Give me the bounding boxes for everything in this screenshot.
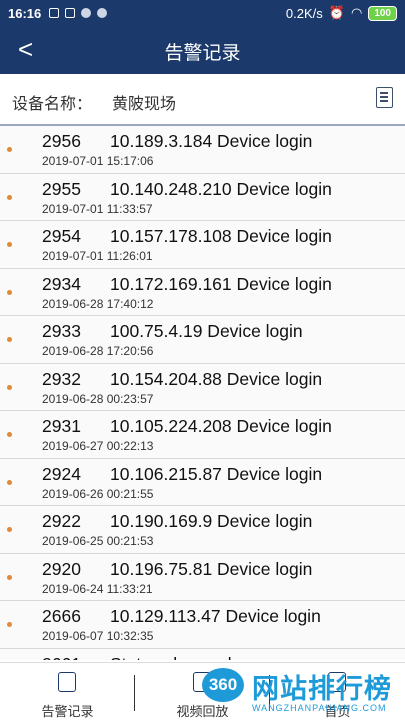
- record-row[interactable]: 2666 10.129.113.47 Device login 2019-06-07…: [0, 601, 405, 649]
- device-name-value: 黄陂现场: [112, 96, 177, 113]
- record-time: 2019-06-25 00:21:53: [42, 534, 154, 548]
- alarm-icon: ⏰: [328, 5, 345, 20]
- record-time: 2019-06-24 11:33:21: [42, 581, 153, 596]
- record-row[interactable]: 2956 10.189.3.184 Device login 2019-07-01 …: [0, 126, 405, 174]
- record-id: 2933: [42, 321, 81, 341]
- record-message: 10.157.178.108 Device login: [110, 226, 332, 246]
- record-time: 2019-06-27 00:22:13: [42, 439, 154, 453]
- shield-icon: [65, 8, 76, 18]
- record-row[interactable]: 2933 100.75.4.19 Device login 2019-06-28 1…: [0, 316, 405, 364]
- page-title: 告警记录: [164, 43, 241, 64]
- app-notification-icon: [81, 8, 92, 18]
- record-row[interactable]: 2920 10.196.75.81 Device login 2019-06-24 …: [0, 553, 405, 601]
- record-message: 10.106.215.87 Device login: [110, 463, 323, 484]
- record-message: 10.129.113.47 Device login: [110, 606, 321, 626]
- record-id: 2934: [42, 273, 81, 294]
- alarm-record-list[interactable]: 2956 10.189.3.184 Device login 2019-07-01 …: [0, 126, 405, 660]
- record-row[interactable]: 2931 10.105.224.208 Device login 2019-06-2…: [0, 411, 405, 459]
- record-id: 2931: [42, 416, 81, 436]
- record-message: 10.172.169.161 Device login: [110, 273, 332, 294]
- record-message: 10.196.75.81 Device login: [110, 558, 313, 579]
- bullet-dot-icon: [7, 194, 12, 200]
- record-message: 10.189.3.184 Device login: [110, 131, 313, 151]
- record-message: Status changed: [110, 654, 232, 661]
- device-info-bar: 设备名称： 黄陂现场: [0, 74, 405, 126]
- record-message: 100.75.4.19 Device login: [110, 321, 303, 341]
- bullet-dot-icon: [7, 574, 12, 580]
- network-speed: 0.2K/s: [285, 5, 323, 21]
- bullet-dot-icon: [7, 527, 12, 532]
- notification-icons: [49, 8, 108, 18]
- record-message: 10.190.169.9 Device login: [110, 511, 313, 531]
- record-row[interactable]: 2924 10.106.215.87 Device login 2019-06-26…: [0, 458, 405, 506]
- record-row[interactable]: 2955 10.140.248.210 Device login 2019-07-0…: [0, 173, 405, 221]
- status-time: 16:16: [8, 5, 42, 21]
- record-message: 10.140.248.210 Device login: [110, 178, 332, 199]
- record-row[interactable]: 2934 10.172.169.161 Device login 2019-06-2…: [0, 268, 405, 316]
- record-id: 2955: [42, 178, 81, 199]
- app-header: < 告警记录: [0, 26, 405, 74]
- watermark-subtext: WANGZHANPAIHANG.COM: [252, 703, 387, 713]
- tab-alarm-records[interactable]: 告警记录: [0, 663, 135, 721]
- battery-indicator: 100: [368, 5, 397, 21]
- bullet-dot-icon: [7, 479, 12, 485]
- record-time: 2019-06-28 00:23:57: [42, 391, 154, 406]
- record-time: 2019-06-28 17:20:56: [42, 344, 154, 358]
- record-time: 2019-07-01 11:26:01: [42, 249, 153, 263]
- record-row[interactable]: 2954 10.157.178.108 Device login 2019-07-0…: [0, 221, 405, 269]
- wifi-icon: ◠: [350, 5, 363, 20]
- record-id: 2956: [42, 131, 81, 151]
- watermark-text: 网站排行榜: [252, 674, 392, 704]
- record-time: 2019-06-28 17:40:12: [42, 296, 154, 311]
- app-notification-icon: [97, 8, 108, 18]
- watermark-logo: 360: [202, 668, 244, 702]
- record-time: 2019-07-01 11:33:57: [42, 201, 153, 216]
- list-icon: [58, 672, 76, 692]
- status-right: 0.2K/s ⏰ ◠ 100: [286, 0, 397, 26]
- tab-label: 告警记录: [41, 704, 94, 719]
- document-list-icon[interactable]: [376, 87, 393, 108]
- bullet-dot-icon: [7, 242, 12, 247]
- bullet-dot-icon: [7, 337, 12, 342]
- record-id: 2922: [42, 511, 81, 531]
- watermark-overlay: 360 网站排行榜 WANGZHANPAIHANG.COM: [200, 664, 405, 720]
- bullet-dot-icon: [7, 289, 12, 295]
- record-id: 2924: [42, 463, 81, 484]
- record-id: 2920: [42, 558, 81, 579]
- status-bar: 16:16 0.2K/s ⏰ ◠ 100: [0, 0, 405, 26]
- record-id: 2661: [42, 654, 81, 661]
- record-id: 2932: [42, 368, 81, 389]
- record-time: 2019-06-07 10:32:35: [42, 629, 154, 643]
- bullet-dot-icon: [7, 147, 12, 152]
- message-icon: [49, 8, 60, 18]
- bullet-dot-icon: [7, 622, 12, 627]
- record-row[interactable]: 2922 10.190.169.9 Device login 2019-06-25 …: [0, 506, 405, 554]
- record-time: 2019-06-26 00:21:55: [42, 486, 154, 501]
- bullet-dot-icon: [7, 432, 12, 437]
- record-id: 2954: [42, 226, 81, 246]
- record-row[interactable]: 2932 10.154.204.88 Device login 2019-06-28…: [0, 363, 405, 411]
- device-name-label: 设备名称：: [12, 96, 93, 113]
- bullet-dot-icon: [7, 384, 12, 390]
- record-message: 10.154.204.88 Device login: [110, 368, 323, 389]
- record-row[interactable]: 2661 Status changed: [0, 648, 405, 661]
- record-time: 2019-07-01 15:17:06: [42, 154, 154, 168]
- record-message: 10.105.224.208 Device login: [110, 416, 332, 436]
- record-id: 2666: [42, 606, 81, 626]
